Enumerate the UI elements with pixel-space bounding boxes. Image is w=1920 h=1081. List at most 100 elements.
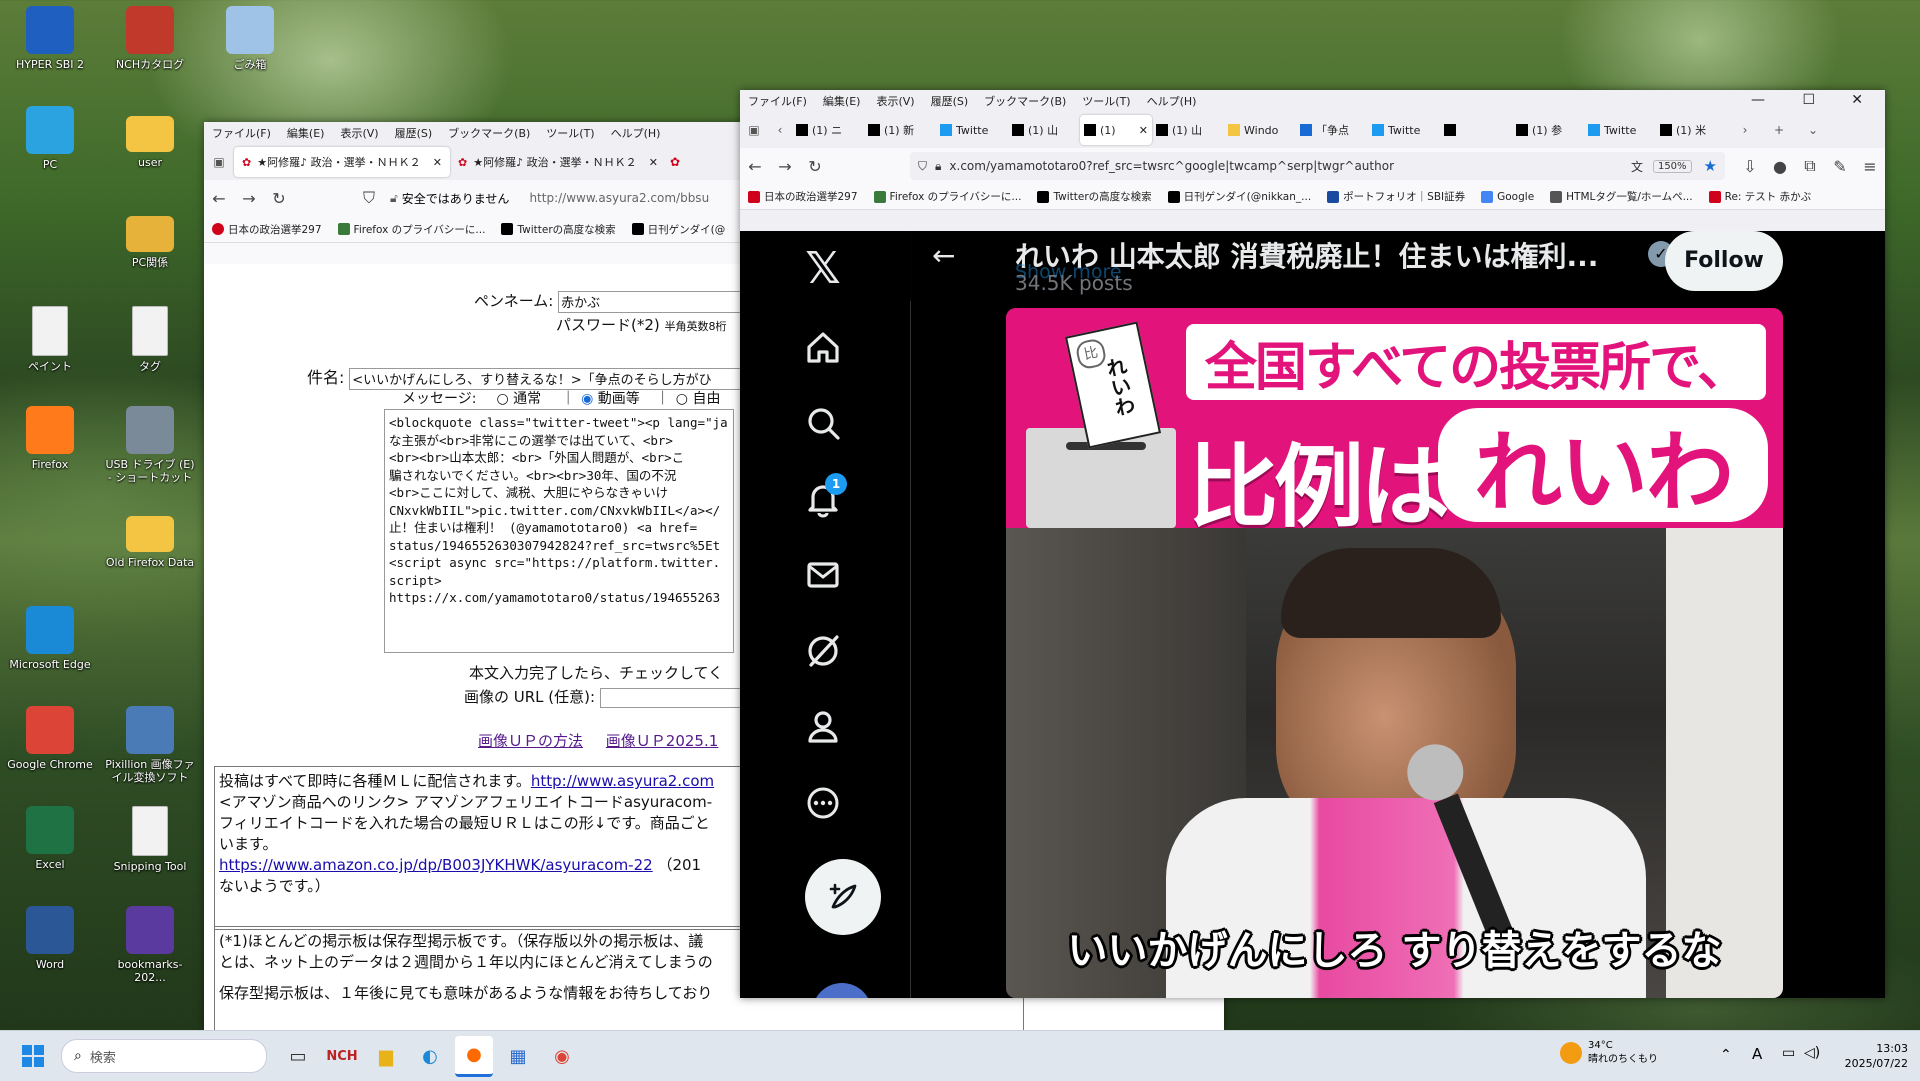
taskbar-search[interactable]: ⌕ 検索 xyxy=(61,1039,267,1073)
radio-free[interactable]: ○ 自由 xyxy=(676,388,721,408)
tab-scroll-left-icon[interactable]: ‹ xyxy=(768,123,792,137)
menu-history[interactable]: 履歴(S) xyxy=(923,93,977,109)
menu-file[interactable]: ファイル(F) xyxy=(204,125,279,141)
weather-widget[interactable]: 34°C 晴れのちくもり xyxy=(1560,1039,1658,1067)
extension-icon[interactable]: ✎ xyxy=(1825,157,1855,176)
shield-icon[interactable]: ⛉ xyxy=(918,159,927,174)
asyura-favicon[interactable]: ✿ xyxy=(670,155,680,169)
tab-overflow-icon[interactable]: ⌄ xyxy=(1796,123,1830,137)
clock[interactable]: 13:03 2025/07/22 xyxy=(1838,1041,1908,1071)
firefox-taskbar-icon[interactable]: ● xyxy=(455,1035,493,1077)
tab-asyura-1[interactable]: ✿ ★阿修羅♪ 政治・選挙・ＮＨＫ２ ✕ xyxy=(234,147,450,177)
bookmark-item[interactable]: Firefox のプライバシーに... xyxy=(330,222,494,237)
bookmark-item[interactable]: HTMLタグ一覧/ホームペ... xyxy=(1542,189,1700,204)
upload-2025-link[interactable]: 画像ＵＰ2025.1 xyxy=(606,732,719,750)
tab-close-icon[interactable]: ✕ xyxy=(649,156,658,169)
reload-icon[interactable]: ↻ xyxy=(800,157,830,176)
asyura-link[interactable]: http://www.asyura2.com xyxy=(531,772,714,790)
volume-icon[interactable]: ◁) xyxy=(1804,1045,1820,1061)
browser-tab[interactable]: (1) 米 xyxy=(1656,115,1728,145)
shield-icon[interactable]: ⛉ xyxy=(354,188,384,208)
translate-icon[interactable]: 文 xyxy=(1631,158,1643,175)
forward-icon[interactable]: → xyxy=(234,189,264,208)
penname-input[interactable]: 赤かぶ xyxy=(558,290,763,313)
ime-indicator[interactable]: A xyxy=(1752,1045,1762,1063)
bookmark-item[interactable]: ポートフォリオ｜SBI証券 xyxy=(1319,189,1473,204)
menu-edit[interactable]: 編集(E) xyxy=(279,125,333,141)
search-icon[interactable] xyxy=(795,395,851,451)
amazon-link[interactable]: https://www.amazon.co.jp/dp/B003JYKHWK/a… xyxy=(219,856,653,874)
compose-post-button[interactable] xyxy=(805,859,881,935)
back-arrow-icon[interactable]: ← xyxy=(932,239,955,272)
menu-view[interactable]: 表示(V) xyxy=(868,93,922,109)
browser-tab[interactable]: (1) 山 xyxy=(1008,115,1080,145)
bookmark-item[interactable]: Firefox のプライバシーに... xyxy=(866,189,1030,204)
chrome-taskbar-icon[interactable]: ◉ xyxy=(543,1037,581,1075)
back-icon[interactable]: ← xyxy=(204,189,234,208)
account-icon[interactable]: ● xyxy=(1765,157,1795,176)
bookmark-item[interactable]: 日刊ゲンダイ(@ xyxy=(624,222,734,237)
desktop-icon[interactable]: Microsoft Edge xyxy=(2,606,98,671)
edge-taskbar-icon[interactable]: ◐ xyxy=(411,1037,449,1075)
bookmark-item[interactable]: Google xyxy=(1473,190,1542,203)
reload-icon[interactable]: ↻ xyxy=(264,189,294,208)
browser-tab[interactable]: (1) ニ xyxy=(792,115,864,145)
radio-normal[interactable]: ○ 通常 xyxy=(496,388,541,408)
insecure-lock-icon[interactable]: 🔓︎ xyxy=(390,191,398,206)
bookmark-item[interactable]: Twitterの高度な検索 xyxy=(1029,189,1159,204)
home-icon[interactable] xyxy=(795,319,851,375)
menu-help[interactable]: ヘルプ(H) xyxy=(603,125,669,141)
tab-list-icon[interactable]: ▣ xyxy=(204,155,234,169)
tab-close-icon[interactable]: ✕ xyxy=(433,156,442,169)
x-logo-icon[interactable]: 𝕏 xyxy=(795,241,851,297)
browser-tab[interactable] xyxy=(1440,115,1512,145)
desktop-icon[interactable]: Old Firefox Data xyxy=(102,506,198,569)
desktop-icon[interactable]: Pixillion 画像ファイル変換ソフト xyxy=(102,706,198,784)
profile-icon[interactable] xyxy=(795,699,851,755)
desktop-icon[interactable]: HYPER SBI 2 xyxy=(2,6,98,71)
desktop-icon[interactable]: bookmarks-202... xyxy=(102,906,198,984)
bookmark-item[interactable]: 日本の政治選挙297 xyxy=(204,222,330,237)
browser-tab[interactable]: (1) 新 xyxy=(864,115,936,145)
desktop-icon[interactable]: Word xyxy=(2,906,98,971)
image-url-input[interactable] xyxy=(599,687,752,708)
message-textarea[interactable]: <blockquote class="twitter-tweet"><p lan… xyxy=(384,409,734,653)
start-button[interactable] xyxy=(14,1037,52,1075)
menu-bookmarks[interactable]: ブックマーク(B) xyxy=(976,93,1074,109)
desktop-icon[interactable]: Excel xyxy=(2,806,98,871)
desktop-icon[interactable]: PC関係 xyxy=(102,206,198,269)
grok-icon[interactable] xyxy=(795,623,851,679)
bookmark-item[interactable]: 日本の政治選挙297 xyxy=(740,189,866,204)
minimize-icon[interactable]: — xyxy=(1743,92,1773,108)
tab-asyura-2[interactable]: ✿ ★阿修羅♪ 政治・選挙・ＮＨＫ２ ✕ xyxy=(450,147,666,177)
store-taskbar-icon[interactable]: ▦ xyxy=(499,1037,537,1075)
account-avatar[interactable] xyxy=(812,983,872,998)
bookmark-item[interactable]: Twitterの高度な検索 xyxy=(493,222,623,237)
browser-tab[interactable]: (1) 山 xyxy=(1152,115,1224,145)
browser-tab[interactable]: Twitte xyxy=(1368,115,1440,145)
download-icon[interactable]: ⇩ xyxy=(1735,157,1765,176)
desktop-icon[interactable]: NCHカタログ xyxy=(102,6,198,71)
forward-icon[interactable]: → xyxy=(770,157,800,176)
browser-tab[interactable]: Twitte xyxy=(1584,115,1656,145)
file-explorer-icon[interactable]: ▆ xyxy=(367,1037,405,1075)
menu-help[interactable]: ヘルプ(H) xyxy=(1139,93,1205,109)
zoom-level[interactable]: 150% xyxy=(1652,159,1692,173)
lock-icon[interactable]: 🔒︎ xyxy=(935,159,941,174)
menu-tools[interactable]: ツール(T) xyxy=(1074,93,1138,109)
post-media[interactable]: 比 れいわ 全国すべての投票所で、 比例は れいわ いいかげんにしろ すり替えを… xyxy=(1006,308,1783,998)
desktop-icon[interactable]: ごみ箱 xyxy=(202,6,298,71)
tab-list-icon[interactable]: ▣ xyxy=(740,123,768,137)
more-icon[interactable] xyxy=(795,775,851,831)
bookmark-item[interactable]: 日刊ゲンダイ(@nikkan_... xyxy=(1160,189,1320,204)
browser-tab[interactable]: (1) 参 xyxy=(1512,115,1584,145)
menu-history[interactable]: 履歴(S) xyxy=(387,125,441,141)
security-label[interactable]: 安全ではありません xyxy=(402,190,510,207)
desktop-icon[interactable]: Firefox xyxy=(2,406,98,471)
browser-tab[interactable]: Twitte xyxy=(936,115,1008,145)
tab-close-icon[interactable]: ✕ xyxy=(1139,124,1148,137)
menu-tools[interactable]: ツール(T) xyxy=(538,125,602,141)
close-icon[interactable]: ✕ xyxy=(1843,92,1871,108)
follow-button[interactable]: Follow xyxy=(1665,231,1783,291)
radio-video[interactable]: ◉ 動画等 xyxy=(581,388,640,408)
